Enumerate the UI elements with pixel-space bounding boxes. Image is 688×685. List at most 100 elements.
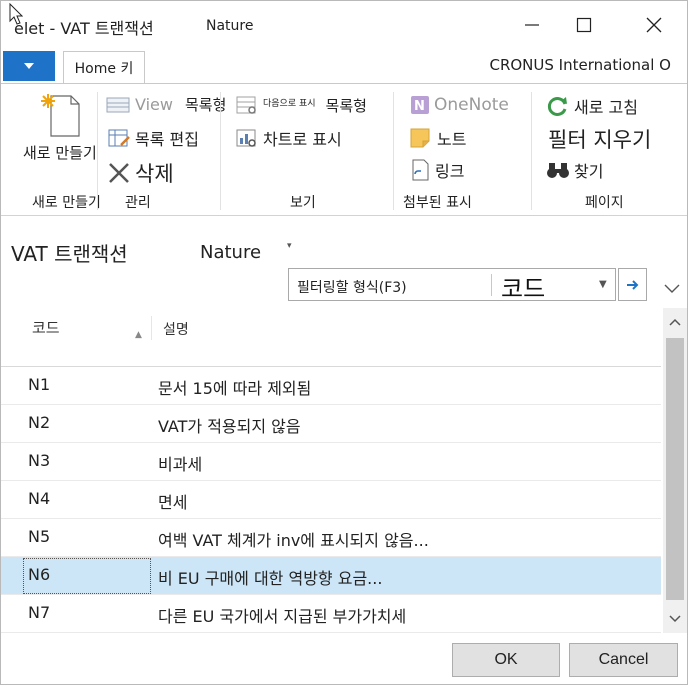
application-menu-button[interactable] — [3, 51, 55, 81]
close-button[interactable] — [631, 7, 677, 43]
cell-description[interactable]: 비 EU 구매에 대한 역방향 요금... — [158, 565, 382, 589]
column-separator — [151, 316, 152, 340]
cell-code[interactable]: N5 — [28, 527, 50, 546]
window-subtitle: Nature — [206, 18, 254, 34]
links-button[interactable]: 링크 — [409, 158, 464, 182]
filter-input[interactable]: 필터링할 형식(F3) — [297, 277, 407, 297]
chevron-down-icon — [669, 615, 681, 623]
vertical-scrollbar[interactable] — [663, 308, 687, 633]
find-label: 찾기 — [574, 162, 604, 181]
onenote-icon: N — [411, 96, 429, 114]
group-separator — [220, 92, 221, 210]
show-as-list-label-2: 목록형 — [325, 96, 367, 115]
table-row[interactable]: N1 문서 15에 따라 제외됨 — [1, 367, 661, 405]
cell-code[interactable]: N1 — [28, 375, 50, 394]
ribbon-home: 새로 만들기 새로 만들기 View 목록형 목록 편집 삭제 관리 다음으로 … — [1, 84, 687, 216]
view-dropdown-icon[interactable]: ▾ — [287, 241, 292, 251]
filter-box: 필터링할 형식(F3) 코드 ▼ — [288, 268, 616, 304]
edit-list-label: 목록 편집 — [135, 130, 199, 149]
cell-description[interactable]: 비과세 — [158, 451, 202, 475]
ribbon-tab-bar: Home 키 CRONUS International O — [1, 49, 687, 84]
group-label-view: 보기 — [290, 195, 316, 211]
table-row[interactable]: N6 비 EU 구매에 대한 역방향 요금... — [1, 557, 661, 595]
binoculars-icon — [547, 163, 569, 178]
refresh-icon — [547, 97, 567, 116]
table-row[interactable]: N7 다른 EU 국가에서 지급된 부가가치세 — [1, 595, 661, 633]
show-as-list-button[interactable]: 다음으로 표시 목록형 — [235, 94, 367, 116]
clear-filter-button[interactable]: 필터 지우기 — [548, 124, 651, 154]
minimize-button[interactable] — [509, 7, 555, 43]
show-as-chart-button[interactable]: 차트로 표시 — [235, 126, 342, 150]
delete-button[interactable]: 삭제 — [107, 158, 174, 188]
links-label: 링크 — [435, 162, 465, 181]
group-label-page: 페이지 — [585, 195, 624, 211]
cell-code[interactable]: N3 — [28, 451, 50, 470]
edit-list-button[interactable]: 목록 편집 — [107, 126, 199, 150]
grid-header: 코드 ▲ 설명 — [1, 308, 661, 367]
chevron-down-icon[interactable]: ▼ — [599, 279, 607, 290]
delete-x-icon — [109, 163, 129, 183]
scroll-thumb[interactable] — [666, 338, 684, 600]
cell-code[interactable]: N2 — [28, 413, 50, 432]
new-document-icon — [40, 94, 80, 137]
table-row[interactable]: N5 여백 VAT 체계가 inv에 표시되지 않음... — [1, 519, 661, 557]
cancel-button[interactable]: Cancel — [569, 643, 678, 677]
filter-divider — [491, 274, 492, 296]
expand-filter-icon[interactable] — [663, 281, 681, 295]
chart-icon — [236, 129, 256, 147]
minimize-icon — [525, 24, 539, 26]
cell-description[interactable]: 다른 EU 국가에서 지급된 부가가치세 — [158, 603, 406, 627]
group-separator — [97, 92, 98, 210]
chevron-up-icon — [669, 318, 681, 326]
ok-button[interactable]: OK — [452, 643, 560, 677]
dialog-window: elet - VAT 트랜잭션 Nature Home 키 CRONUS Int… — [0, 0, 688, 685]
company-name: CRONUS International O — [489, 56, 671, 74]
onenote-button[interactable]: N OneNote — [409, 94, 509, 116]
show-as-chart-label: 차트로 표시 — [263, 130, 342, 149]
refresh-label: 새로 고침 — [574, 98, 638, 117]
cell-description[interactable]: 면세 — [158, 489, 187, 513]
data-grid: 코드 ▲ 설명 N1 문서 15에 따라 제외됨 N2 VAT가 적용되지 않음 N3 비… — [1, 308, 661, 633]
refresh-button[interactable]: 새로 고침 — [546, 94, 638, 118]
maximize-icon — [576, 17, 592, 33]
onenote-label: OneNote — [434, 95, 509, 115]
view-name[interactable]: Nature — [200, 242, 261, 263]
maximize-button[interactable] — [561, 7, 607, 43]
filter-field-select[interactable]: 코드 — [501, 269, 545, 304]
scroll-up-button[interactable] — [663, 308, 687, 336]
column-header-description[interactable]: 설명 — [163, 319, 189, 339]
cell-description[interactable]: VAT가 적용되지 않음 — [158, 413, 301, 437]
group-label-manage: 관리 — [125, 195, 151, 211]
show-as-list-icon — [236, 96, 256, 114]
new-button[interactable]: 새로 만들기 — [23, 92, 97, 163]
cell-code[interactable]: N4 — [28, 489, 50, 508]
view-list-icon — [106, 97, 130, 112]
window-title: elet - VAT 트랜잭션 — [14, 19, 154, 38]
delete-label: 삭제 — [135, 162, 174, 186]
cell-description[interactable]: 문서 15에 따라 제외됨 — [158, 375, 311, 399]
table-row[interactable]: N3 비과세 — [1, 443, 661, 481]
scroll-down-button[interactable] — [663, 605, 687, 633]
svg-text:N: N — [414, 99, 425, 114]
apply-filter-button[interactable] — [618, 268, 647, 301]
view-list-label: View — [135, 95, 173, 114]
view-list-button[interactable]: View 목록형 — [105, 94, 226, 115]
title-bar: elet - VAT 트랜잭션 Nature — [1, 1, 687, 49]
table-row[interactable]: N2 VAT가 적용되지 않음 — [1, 405, 661, 443]
find-button[interactable]: 찾기 — [546, 158, 603, 182]
notes-button[interactable]: 노트 — [409, 126, 466, 150]
link-document-icon — [412, 159, 429, 181]
edit-list-icon — [108, 129, 130, 147]
dropdown-arrow-icon — [24, 63, 34, 69]
column-header-code[interactable]: 코드 — [32, 317, 60, 338]
tab-home[interactable]: Home 키 — [63, 51, 145, 84]
cell-code[interactable]: N7 — [28, 603, 50, 622]
group-separator — [531, 92, 532, 210]
cell-code[interactable]: N6 — [28, 565, 50, 584]
clear-filter-label: 필터 지우기 — [548, 128, 652, 152]
group-label-new: 새로 만들기 — [32, 195, 101, 211]
cell-description[interactable]: 여백 VAT 체계가 inv에 표시되지 않음... — [158, 527, 429, 551]
table-row[interactable]: N4 면세 — [1, 481, 661, 519]
group-separator — [393, 92, 394, 210]
arrow-right-icon — [626, 279, 638, 290]
